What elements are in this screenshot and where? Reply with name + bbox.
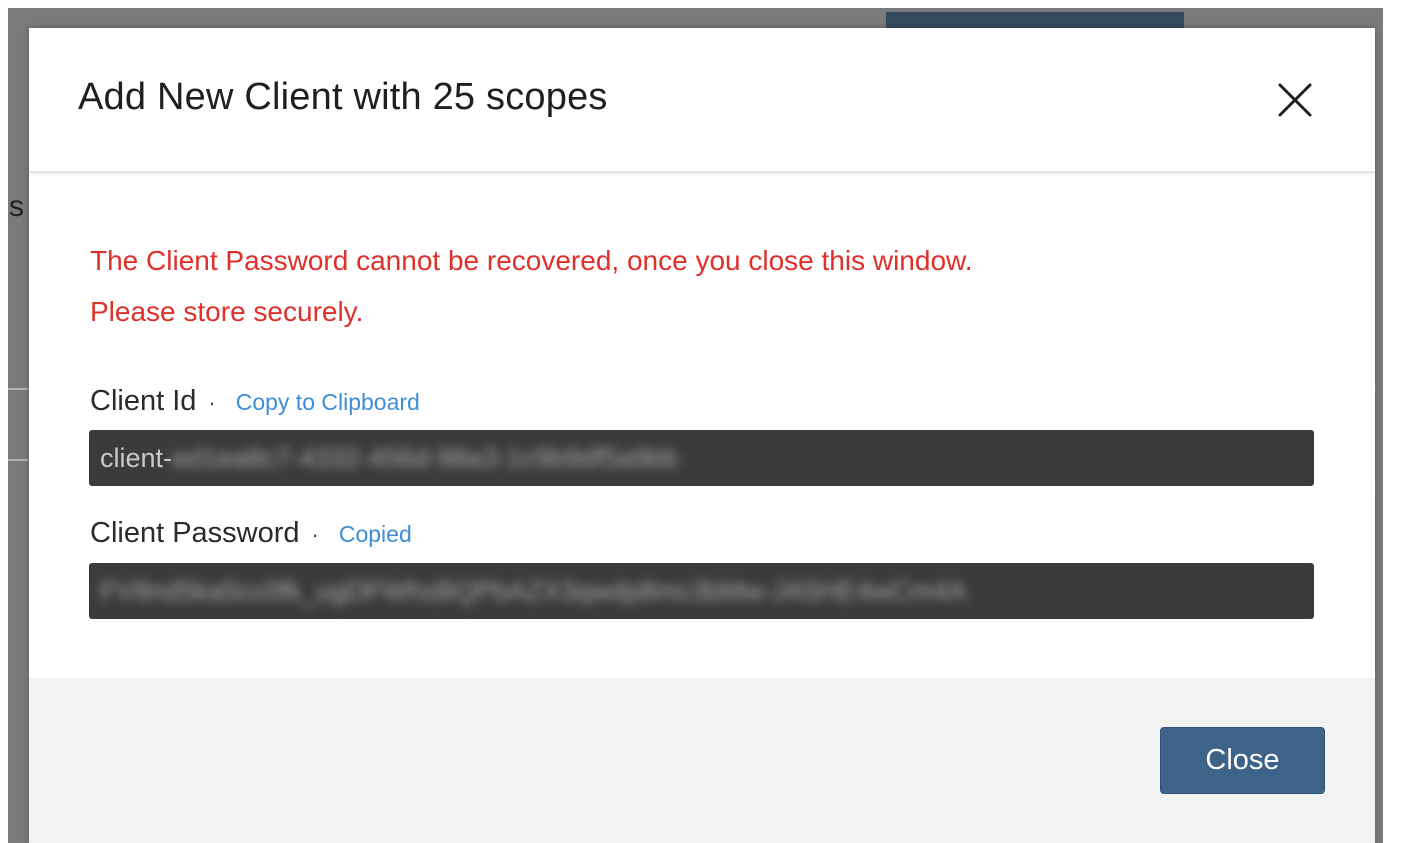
close-icon-glyph	[1278, 83, 1312, 117]
close-button[interactable]: Close	[1160, 727, 1325, 794]
password-warning: The Client Password cannot be recovered,…	[90, 235, 1270, 337]
background-active-tab	[886, 12, 1184, 28]
client-id-label: Client Id	[90, 385, 197, 417]
client-id-field[interactable]: client-ed1ea8c7-4332-456d-98a3-1c9b9df5a…	[89, 430, 1314, 486]
client-password-masked: FV8nd5ka5cc0fk_ugDFWhsBQPbAZX3qwdp8mc3bM…	[100, 576, 966, 606]
client-password-field[interactable]: FV8nd5ka5cc0fk_ugDFWhsBQPbAZX3qwdp8mc3bM…	[89, 563, 1314, 619]
close-icon[interactable]	[1275, 80, 1315, 120]
background-divider	[8, 459, 28, 461]
dialog-title: Add New Client with 25 scopes	[78, 76, 608, 118]
background-partial-text: s	[9, 190, 24, 223]
copied-status-link[interactable]: Copied	[339, 521, 412, 548]
client-id-masked: ed1ea8c7-4332-456d-98a3-1c9b9df5a9bb	[172, 443, 678, 473]
client-id-value: client-ed1ea8c7-4332-456d-98a3-1c9b9df5a…	[100, 443, 678, 474]
client-password-value: FV8nd5ka5cc0fk_ugDFWhsBQPbAZX3qwdp8mc3bM…	[100, 576, 966, 607]
client-id-label-row: Client Id · Copy to Clipboard	[90, 385, 420, 418]
label-separator: ·	[311, 522, 319, 547]
client-id-prefix: client-	[100, 443, 173, 473]
copy-client-id-link[interactable]: Copy to Clipboard	[236, 389, 420, 416]
client-password-label: Client Password	[90, 517, 300, 549]
warning-line: The Client Password cannot be recovered,…	[90, 245, 973, 276]
label-separator: ·	[208, 390, 216, 415]
dialog-header: Add New Client with 25 scopes	[29, 28, 1375, 173]
dialog-footer: Close	[29, 678, 1375, 843]
warning-line: Please store securely.	[90, 296, 364, 327]
client-password-label-row: Client Password · Copied	[90, 517, 412, 550]
dialog-body: The Client Password cannot be recovered,…	[29, 173, 1375, 678]
background-divider	[8, 388, 28, 390]
add-client-dialog: Add New Client with 25 scopes The Client…	[29, 28, 1375, 843]
